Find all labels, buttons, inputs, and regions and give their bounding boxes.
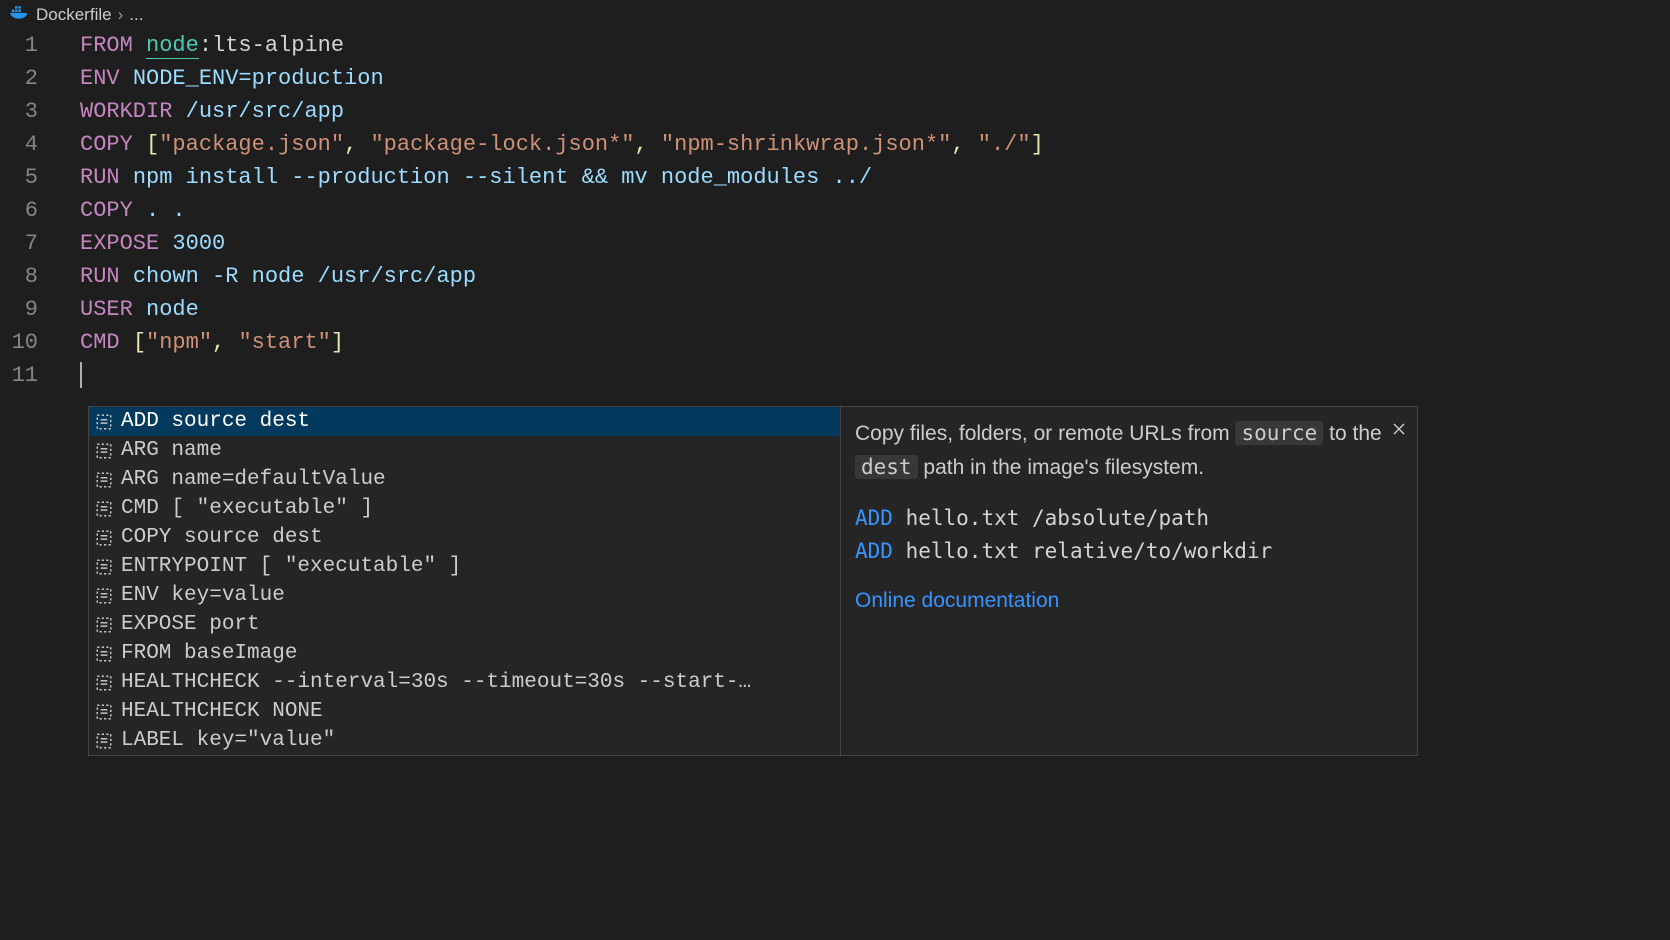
snippet-icon <box>95 529 113 547</box>
line-number: 9 <box>0 293 62 326</box>
line-content[interactable]: ENV NODE_ENV=production <box>62 62 384 95</box>
snippet-icon <box>95 413 113 431</box>
code-line[interactable]: 10CMD ["npm", "start"] <box>0 326 1670 359</box>
suggestion-item[interactable]: COPY source dest <box>89 523 840 552</box>
suggestion-label: ENTRYPOINT [ "executable" ] <box>121 555 461 578</box>
line-number: 7 <box>0 227 62 260</box>
snippet-icon <box>95 703 113 721</box>
snippet-icon <box>95 587 113 605</box>
suggestion-label: HEALTHCHECK NONE <box>121 700 323 723</box>
suggestion-label: HEALTHCHECK --interval=30s --timeout=30s… <box>121 671 751 694</box>
text-cursor <box>80 362 82 388</box>
code-line[interactable]: 6COPY . . <box>0 194 1670 227</box>
suggestion-item[interactable]: HEALTHCHECK --interval=30s --timeout=30s… <box>89 668 840 697</box>
suggestion-label: ARG name=defaultValue <box>121 468 386 491</box>
code-line[interactable]: 2ENV NODE_ENV=production <box>0 62 1670 95</box>
line-number: 6 <box>0 194 62 227</box>
doc-example-2: ADD hello.txt relative/to/workdir <box>855 535 1403 568</box>
intellisense-popup: ADD source dest ARG name ARG name=defaultV… <box>88 406 1418 756</box>
suggestion-label: ENV key=value <box>121 584 285 607</box>
line-number: 3 <box>0 95 62 128</box>
code-line[interactable]: 7EXPOSE 3000 <box>0 227 1670 260</box>
suggestion-item[interactable]: CMD [ "executable" ] <box>89 494 840 523</box>
suggestion-label: CMD [ "executable" ] <box>121 497 373 520</box>
suggestion-label: EXPOSE port <box>121 613 260 636</box>
line-number: 5 <box>0 161 62 194</box>
suggestion-item[interactable]: ARG name <box>89 436 840 465</box>
suggestion-item[interactable]: EXPOSE port <box>89 610 840 639</box>
suggestion-item[interactable]: ENV key=value <box>89 581 840 610</box>
snippet-icon <box>95 674 113 692</box>
line-number: 10 <box>0 326 62 359</box>
line-number: 2 <box>0 62 62 95</box>
doc-description: Copy files, folders, or remote URLs from… <box>855 417 1403 484</box>
suggestion-item[interactable]: ARG name=defaultValue <box>89 465 840 494</box>
line-content[interactable]: FROM node:lts-alpine <box>62 29 344 62</box>
suggestion-item[interactable]: FROM baseImage <box>89 639 840 668</box>
chevron-right-icon: › <box>118 5 124 25</box>
code-chip-source: source <box>1235 421 1323 445</box>
suggestion-label: ADD source dest <box>121 410 310 433</box>
line-content[interactable]: RUN npm install --production --silent &&… <box>62 161 872 194</box>
line-number: 1 <box>0 29 62 62</box>
line-number: 8 <box>0 260 62 293</box>
code-chip-dest: dest <box>855 455 918 479</box>
line-number: 11 <box>0 359 62 392</box>
suggestion-item[interactable]: LABEL key="value" <box>89 726 840 755</box>
code-line[interactable]: 1FROM node:lts-alpine <box>0 29 1670 62</box>
code-line[interactable]: 5RUN npm install --production --silent &… <box>0 161 1670 194</box>
suggestion-item[interactable]: HEALTHCHECK NONE <box>89 697 840 726</box>
code-editor[interactable]: 1FROM node:lts-alpine2ENV NODE_ENV=produ… <box>0 29 1670 392</box>
suggestion-label: ARG name <box>121 439 222 462</box>
line-content[interactable]: EXPOSE 3000 <box>62 227 225 260</box>
breadcrumb[interactable]: Dockerfile › ... <box>0 0 1670 29</box>
close-icon[interactable] <box>1391 415 1407 448</box>
code-line[interactable]: 3WORKDIR /usr/src/app <box>0 95 1670 128</box>
line-content[interactable]: WORKDIR /usr/src/app <box>62 95 344 128</box>
snippet-icon <box>95 471 113 489</box>
breadcrumb-tail[interactable]: ... <box>129 5 143 25</box>
code-line[interactable]: 4COPY ["package.json", "package-lock.jso… <box>0 128 1670 161</box>
doc-example-1: ADD hello.txt /absolute/path <box>855 502 1403 535</box>
snippet-icon <box>95 442 113 460</box>
doc-link[interactable]: Online documentation <box>855 585 1059 618</box>
suggestion-label: LABEL key="value" <box>121 729 335 752</box>
breadcrumb-file[interactable]: Dockerfile <box>36 5 112 25</box>
code-line[interactable]: 8RUN chown -R node /usr/src/app <box>0 260 1670 293</box>
suggestion-docs: Copy files, folders, or remote URLs from… <box>841 407 1417 755</box>
line-content[interactable] <box>62 359 82 392</box>
suggestion-item[interactable]: ENTRYPOINT [ "executable" ] <box>89 552 840 581</box>
suggestion-item[interactable]: ADD source dest <box>89 407 840 436</box>
snippet-icon <box>95 645 113 663</box>
line-content[interactable]: USER node <box>62 293 199 326</box>
line-content[interactable]: COPY . . <box>62 194 186 227</box>
line-content[interactable]: COPY ["package.json", "package-lock.json… <box>62 128 1044 161</box>
code-line[interactable]: 11 <box>0 359 1670 392</box>
code-line[interactable]: 9USER node <box>0 293 1670 326</box>
docker-icon <box>10 4 30 25</box>
line-content[interactable]: CMD ["npm", "start"] <box>62 326 344 359</box>
line-content[interactable]: RUN chown -R node /usr/src/app <box>62 260 476 293</box>
suggestion-label: COPY source dest <box>121 526 323 549</box>
suggestion-label: FROM baseImage <box>121 642 297 665</box>
suggestion-list[interactable]: ADD source dest ARG name ARG name=defaultV… <box>89 407 841 755</box>
snippet-icon <box>95 616 113 634</box>
snippet-icon <box>95 500 113 518</box>
snippet-icon <box>95 558 113 576</box>
snippet-icon <box>95 732 113 750</box>
line-number: 4 <box>0 128 62 161</box>
